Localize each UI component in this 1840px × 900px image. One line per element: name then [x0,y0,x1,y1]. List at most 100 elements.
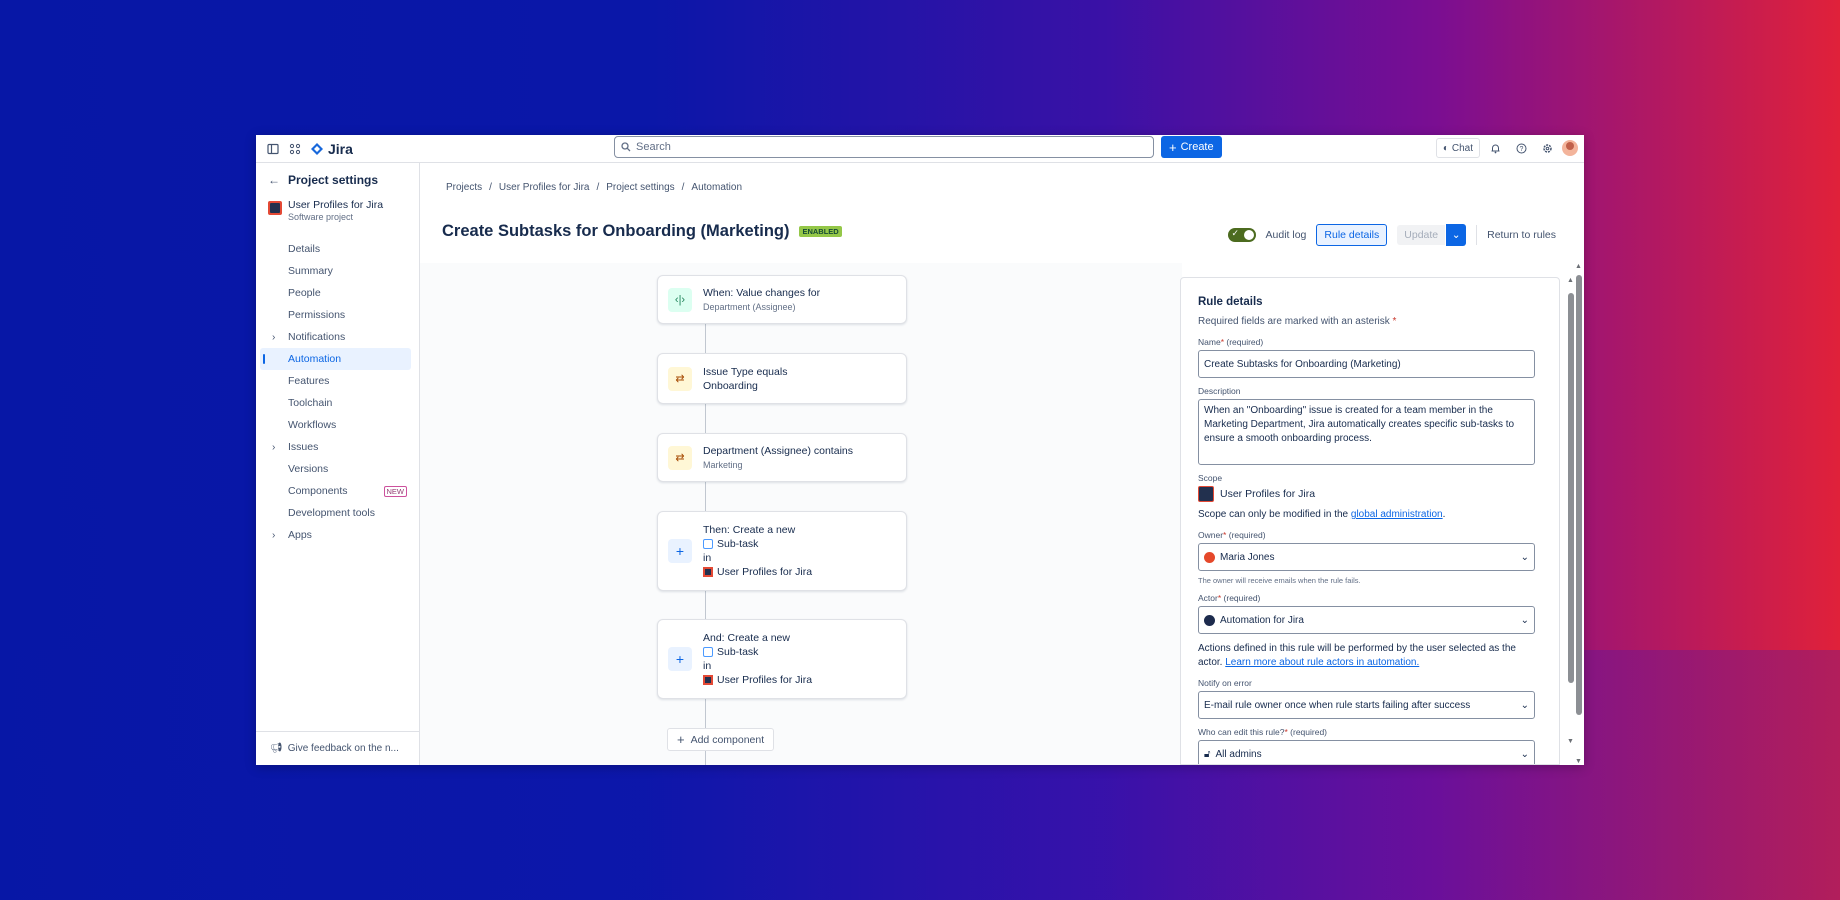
sidebar-item-label: Components [288,485,348,497]
page-title: Create Subtasks for Onboarding (Marketin… [442,222,842,241]
notifications-bell-icon[interactable] [1484,137,1506,159]
browser-window: Jira Search + Create ◐ Chat ? ← Project … [256,135,1584,765]
status-badge: ENABLED [799,226,842,237]
page-scrollbar[interactable]: ▲ ▼ [1575,263,1582,765]
action-card-create-subtask-2[interactable]: + And: Create a new Sub-task in User Pro… [657,619,907,699]
return-to-rules-button[interactable]: Return to rules [1487,229,1556,241]
rule-actors-link[interactable]: Learn more about rule actors in automati… [1225,657,1419,668]
search-icon [621,142,631,152]
update-button-group: Update ⌄ [1397,224,1467,246]
sidebar-item-automation[interactable]: Automation [260,348,411,370]
condition-card-issue-type[interactable]: ⇄ Issue Type equals Onboarding [657,353,907,404]
global-administration-link[interactable]: global administration [1351,509,1443,520]
condition-title: Issue Type equals [703,365,788,378]
user-avatar[interactable] [1562,140,1578,156]
chevron-down-icon: ⌄ [1451,229,1461,241]
sidebar-item-versions[interactable]: Versions [260,458,411,480]
megaphone-icon: 📢︎ [270,743,283,754]
sidebar-item-components[interactable]: Components NEW [260,480,411,502]
sidebar-item-issues[interactable]: › Issues [260,436,411,458]
sidebar-item-details[interactable]: Details [260,238,411,260]
search-input[interactable]: Search [614,136,1154,158]
condition-card-department[interactable]: ⇄ Department (Assignee) contains Marketi… [657,433,907,482]
scope-value: User Profiles for Jira [1198,486,1542,502]
notify-label: Notify on error [1198,678,1252,688]
action-project: User Profiles for Jira [717,566,813,578]
update-dropdown-button[interactable]: ⌄ [1446,224,1467,246]
edit-permission-value: All admins [1215,748,1262,760]
sidebar-item-development-tools[interactable]: Development tools [260,502,411,524]
sidebar-item-label: Features [288,375,330,387]
sidebar-item-label: Workflows [288,419,337,431]
plus-icon: + [668,539,692,563]
help-icon[interactable]: ? [1510,137,1532,159]
project-icon [703,567,713,577]
breadcrumb-project[interactable]: User Profiles for Jira [499,182,590,193]
sidebar-item-notifications[interactable]: › Notifications [260,326,411,348]
sidebar-header: ← Project settings [256,163,419,187]
settings-gear-icon[interactable] [1536,137,1558,159]
chevron-down-icon: ⌄ [1520,748,1529,760]
condition-icon: ⇄ [668,445,692,470]
edit-permission-select[interactable]: 🔓︎ All admins ⌄ [1198,740,1535,764]
condition-value: Onboarding [703,379,758,392]
back-arrow-icon[interactable]: ← [268,173,280,187]
lock-icon: 🔓︎ [1204,748,1211,760]
sidebar-item-toolchain[interactable]: Toolchain [260,392,411,414]
add-component-button[interactable]: + Add component [667,728,775,751]
sidebar-toggle-icon[interactable] [262,138,284,160]
panel-scrollbar[interactable]: ▲ ▼ [1567,277,1574,745]
update-button[interactable]: Update [1397,225,1446,245]
breadcrumb-project-settings[interactable]: Project settings [606,182,674,193]
sidebar-item-permissions[interactable]: Permissions [260,304,411,326]
owner-label-text: Owner [1198,530,1224,540]
chat-button[interactable]: ◐ Chat [1435,138,1480,158]
chevron-down-icon: ⌄ [1520,614,1529,626]
sidebar-item-features[interactable]: Features [260,370,411,392]
add-component-label: Add component [690,733,765,746]
sidebar-item-workflows[interactable]: Workflows [260,414,411,436]
jira-logo[interactable]: Jira [310,141,353,157]
app-switcher-icon[interactable] [284,138,306,160]
breadcrumb-automation[interactable]: Automation [691,182,742,193]
project-icon [1198,486,1214,502]
sidebar-item-label: Apps [288,529,312,541]
required-tag: (required) [1226,337,1264,347]
create-button[interactable]: + Create [1161,136,1222,158]
audit-log-button[interactable]: Audit log [1266,229,1307,241]
required-note: Required fields are marked with an aster… [1198,316,1397,327]
trigger-title: When: Value changes for [703,286,821,299]
owner-select[interactable]: Maria Jones ⌄ [1198,543,1535,571]
condition-value: Marketing [703,459,743,470]
owner-helper: The owner will receive emails when the r… [1198,576,1361,585]
plus-icon: + [677,732,685,747]
name-label: Name* (required) [1198,337,1264,347]
action-issue-type: Sub-task [717,538,759,550]
notify-value: E-mail rule owner once when rule starts … [1204,699,1471,711]
search-placeholder: Search [636,141,671,153]
sidebar-item-label: People [288,287,321,299]
rule-name-input[interactable]: Create Subtasks for Onboarding (Marketin… [1198,350,1535,378]
description-textarea[interactable]: When an "Onboarding" issue is created fo… [1198,399,1535,465]
notify-on-error-select[interactable]: E-mail rule owner once when rule starts … [1198,691,1535,719]
sidebar-item-label: Automation [288,353,342,365]
project-icon [703,675,713,685]
feedback-button[interactable]: 📢︎ Give feedback on the n... [256,731,419,765]
breadcrumb-projects[interactable]: Projects [446,182,482,193]
rule-details-button[interactable]: Rule details [1316,224,1388,246]
sidebar-item-label: Versions [288,463,329,475]
action-card-create-subtask-1[interactable]: + Then: Create a new Sub-task in User Pr… [657,511,907,591]
condition-icon: ⇄ [668,366,692,391]
scroll-down-icon: ▼ [1567,738,1574,745]
chevron-right-icon: › [272,529,276,541]
actor-select[interactable]: Automation for Jira ⌄ [1198,606,1535,634]
trigger-icon: ‹|› [668,287,692,312]
trigger-card[interactable]: ‹|› When: Value changes for Department (… [657,275,907,324]
action-project: User Profiles for Jira [717,674,813,686]
sidebar-item-people[interactable]: People [260,282,411,304]
rule-enabled-toggle[interactable] [1227,228,1256,242]
breadcrumb-separator: / [681,182,685,193]
sidebar-item-summary[interactable]: Summary [260,260,411,282]
sidebar-item-apps[interactable]: › Apps [260,524,411,546]
scope-label: Scope [1198,473,1223,483]
